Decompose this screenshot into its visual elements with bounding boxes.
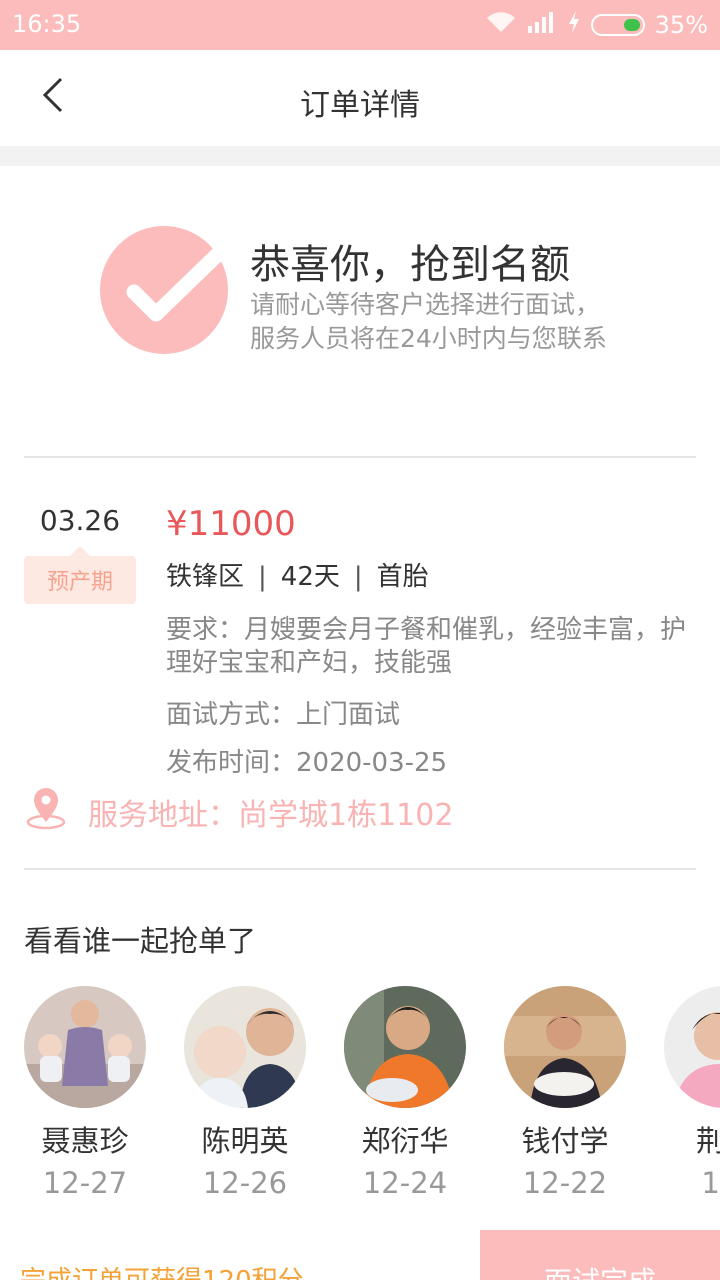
success-description: 请耐心等待客户选择进行面试， 服务人员将在24小时内与您联系 xyxy=(250,288,607,356)
order-birth: 首胎 xyxy=(376,562,429,592)
order-meta: 铁锋区 | 42天 | 首胎 xyxy=(166,556,429,593)
grabber-name: 荆旭 xyxy=(695,1124,720,1158)
grabber-item[interactable]: 钱付学 12-22 xyxy=(504,986,626,1200)
meta-separator: | xyxy=(258,562,267,592)
avatar xyxy=(504,986,626,1108)
order-requirement: 要求：月嫂要会月子餐和催乳，经验丰富，护理好宝宝和产妇，技能强 xyxy=(166,615,687,678)
interview-method: 面试方式：上门面试 xyxy=(166,700,401,730)
divider xyxy=(24,868,696,870)
due-date-tag-label: 预产期 xyxy=(46,570,113,595)
order-duration: 42天 xyxy=(280,562,340,592)
avatar xyxy=(184,986,306,1108)
grabbers-list: 聂惠珍 12-27 陈明英 12-26 郑衍华 12-24 钱付学 12-22 … xyxy=(0,986,720,1216)
grabber-date: 12-24 xyxy=(362,1166,448,1200)
location-pin-icon xyxy=(24,786,68,830)
nav-bar: 订单详情 xyxy=(0,50,720,146)
due-date: 03.26 xyxy=(39,504,121,537)
wifi-icon xyxy=(485,10,517,40)
success-desc-line-1: 请耐心等待客户选择进行面试， xyxy=(250,290,601,319)
due-date-tag: 预产期 xyxy=(24,546,136,604)
grabber-date: 12-26 xyxy=(202,1166,288,1200)
grabber-name: 郑衍华 xyxy=(361,1124,449,1158)
meta-separator: | xyxy=(353,562,363,592)
status-bar: 16:35 35% xyxy=(0,0,720,50)
success-desc-line-2: 服务人员将在24小时内与您联系 xyxy=(250,324,607,353)
battery-percent: 35% xyxy=(654,11,708,39)
grabber-date: 12-27 xyxy=(42,1166,128,1200)
grabber-name: 钱付学 xyxy=(521,1124,609,1158)
page-title: 订单详情 xyxy=(300,88,420,123)
points-tip: 完成订单可获得120积分 xyxy=(20,1260,304,1280)
order-district: 铁锋区 xyxy=(166,562,245,592)
battery-icon xyxy=(590,14,645,36)
grabbers-title: 看看谁一起抢单了 xyxy=(24,924,257,958)
signal-icon xyxy=(527,10,557,40)
divider xyxy=(24,456,696,458)
interview-complete-button[interactable]: 面试完成 xyxy=(480,1230,720,1280)
nav-divider xyxy=(0,146,720,166)
grabber-name: 陈明英 xyxy=(201,1124,289,1158)
grabber-date: 12- xyxy=(701,1166,720,1200)
status-icons: 35% xyxy=(485,9,708,41)
grabber-item[interactable]: 郑衍华 12-24 xyxy=(344,986,466,1200)
bottom-bar: 完成订单可获得120积分 面试完成 xyxy=(0,1230,720,1280)
grabber-date: 12-22 xyxy=(522,1166,608,1200)
charging-icon xyxy=(567,10,581,40)
check-circle-icon xyxy=(100,226,228,354)
status-time: 16:35 xyxy=(12,10,82,38)
publish-time: 发布时间：2020-03-25 xyxy=(166,748,448,778)
avatar xyxy=(24,986,146,1108)
grabber-name: 聂惠珍 xyxy=(41,1124,129,1158)
grabber-item[interactable]: 陈明英 12-26 xyxy=(184,986,306,1200)
avatar xyxy=(664,986,720,1108)
avatar xyxy=(344,986,466,1108)
interview-complete-label: 面试完成 xyxy=(480,1260,720,1280)
service-address: 服务地址：尚学城1栋1102 xyxy=(88,798,454,833)
grabber-item[interactable]: 荆旭 12- xyxy=(664,986,720,1200)
order-price: ¥11000 xyxy=(166,504,296,544)
success-title: 恭喜你，抢到名额 xyxy=(250,242,570,288)
grabber-item[interactable]: 聂惠珍 12-27 xyxy=(24,986,146,1200)
